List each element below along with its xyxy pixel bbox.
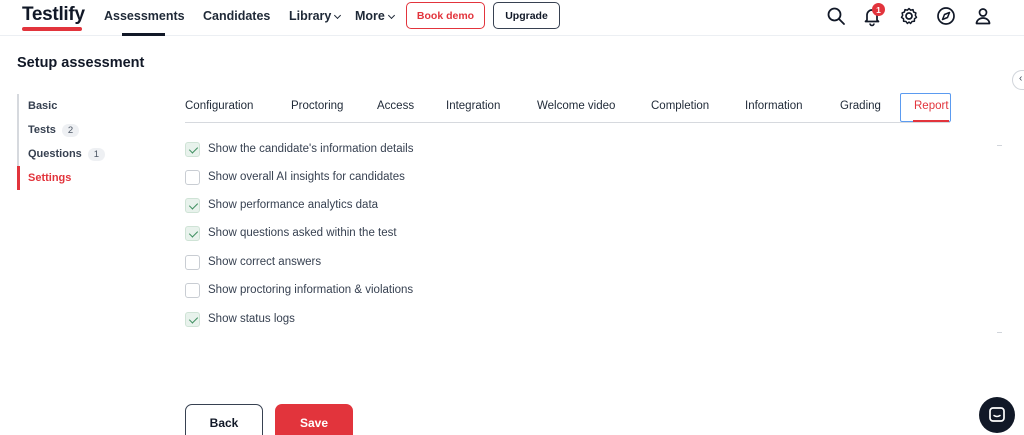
nav-more-label: More xyxy=(355,9,385,23)
option-proctoring-violations[interactable]: Show proctoring information & violations xyxy=(185,281,413,299)
tab-active-indicator xyxy=(913,120,949,122)
tab-configuration[interactable]: Configuration xyxy=(185,100,253,112)
chevron-down-icon xyxy=(387,11,395,20)
sidebar-item-questions[interactable]: Questions 1 xyxy=(17,142,137,166)
option-correct-answers[interactable]: Show correct answers xyxy=(185,253,321,271)
top-navbar: Testlify Assessments Candidates Library … xyxy=(0,0,1024,36)
chat-support-button[interactable] xyxy=(979,397,1015,433)
option-label: Show proctoring information & violations xyxy=(208,284,414,296)
sidebar-item-basic[interactable]: Basic xyxy=(17,94,137,118)
checkbox[interactable] xyxy=(185,282,200,298)
tab-integration[interactable]: Integration xyxy=(446,100,500,112)
option-performance-analytics[interactable]: Show performance analytics data xyxy=(185,196,378,214)
sidebar-item-settings[interactable]: Settings xyxy=(17,166,137,190)
tab-proctoring[interactable]: Proctoring xyxy=(291,100,343,112)
option-label: Show the candidate's information details xyxy=(208,143,414,155)
save-button[interactable]: Save xyxy=(275,404,353,435)
tab-welcome-video[interactable]: Welcome video xyxy=(537,100,615,112)
back-button[interactable]: Back xyxy=(185,404,263,435)
upgrade-button[interactable]: Upgrade xyxy=(493,2,560,29)
collapse-panel-toggle[interactable]: ‹ xyxy=(1012,70,1024,90)
tab-information[interactable]: Information xyxy=(745,100,803,112)
checkbox[interactable] xyxy=(185,311,200,327)
logo-underline xyxy=(22,27,82,31)
tests-count-badge: 2 xyxy=(61,123,80,137)
nav-library-label: Library xyxy=(289,9,332,23)
tab-access[interactable]: Access xyxy=(377,100,414,112)
option-questions-asked[interactable]: Show questions asked within the test xyxy=(185,224,397,242)
checkbox[interactable] xyxy=(185,254,200,270)
sidebar-item-label: Settings xyxy=(28,172,72,184)
checkbox[interactable] xyxy=(185,169,200,185)
option-label: Show correct answers xyxy=(208,256,322,268)
search-icon[interactable] xyxy=(825,5,847,27)
sidebar-item-label: Basic xyxy=(28,100,58,112)
tab-grading[interactable]: Grading xyxy=(840,100,881,112)
option-candidate-information[interactable]: Show the candidate's information details xyxy=(185,140,413,158)
tab-report[interactable]: Report xyxy=(914,100,949,112)
setup-sidebar: Basic Tests 2 Questions 1 Settings xyxy=(17,94,137,190)
nav-assessments[interactable]: Assessments xyxy=(104,9,185,23)
option-ai-insights[interactable]: Show overall AI insights for candidates xyxy=(185,168,405,186)
nav-candidates[interactable]: Candidates xyxy=(203,9,270,23)
option-label: Show overall AI insights for candidates xyxy=(208,171,405,183)
chevron-down-icon xyxy=(334,11,342,20)
logo[interactable]: Testlify xyxy=(22,4,85,26)
chevron-left-icon: ‹ xyxy=(1019,73,1023,84)
book-demo-button[interactable]: Book demo xyxy=(406,2,485,29)
gear-icon[interactable] xyxy=(898,5,920,27)
option-status-logs[interactable]: Show status logs xyxy=(185,310,295,328)
notification-badge: 1 xyxy=(872,3,885,16)
compass-icon[interactable] xyxy=(935,5,957,27)
checkbox[interactable] xyxy=(185,141,200,157)
nav-library[interactable]: Library xyxy=(289,9,342,23)
option-label: Show performance analytics data xyxy=(208,199,379,211)
checkbox[interactable] xyxy=(185,197,200,213)
user-icon[interactable] xyxy=(972,5,994,27)
option-label: Show questions asked within the test xyxy=(208,227,397,239)
sidebar-item-tests[interactable]: Tests 2 xyxy=(17,118,137,142)
scroll-marker xyxy=(997,332,1002,333)
nav-active-indicator xyxy=(122,33,165,36)
questions-count-badge: 1 xyxy=(87,147,106,161)
nav-more[interactable]: More xyxy=(355,9,395,23)
sidebar-item-label: Tests xyxy=(28,124,56,136)
page-title: Setup assessment xyxy=(17,55,145,71)
option-label: Show status logs xyxy=(208,313,295,325)
tab-completion[interactable]: Completion xyxy=(651,100,709,112)
sidebar-item-label: Questions xyxy=(28,148,82,160)
checkbox[interactable] xyxy=(185,225,200,241)
scroll-marker xyxy=(997,145,1002,146)
settings-tabs: Configuration Proctoring Access Integrat… xyxy=(185,93,951,123)
chat-icon xyxy=(989,407,1005,422)
